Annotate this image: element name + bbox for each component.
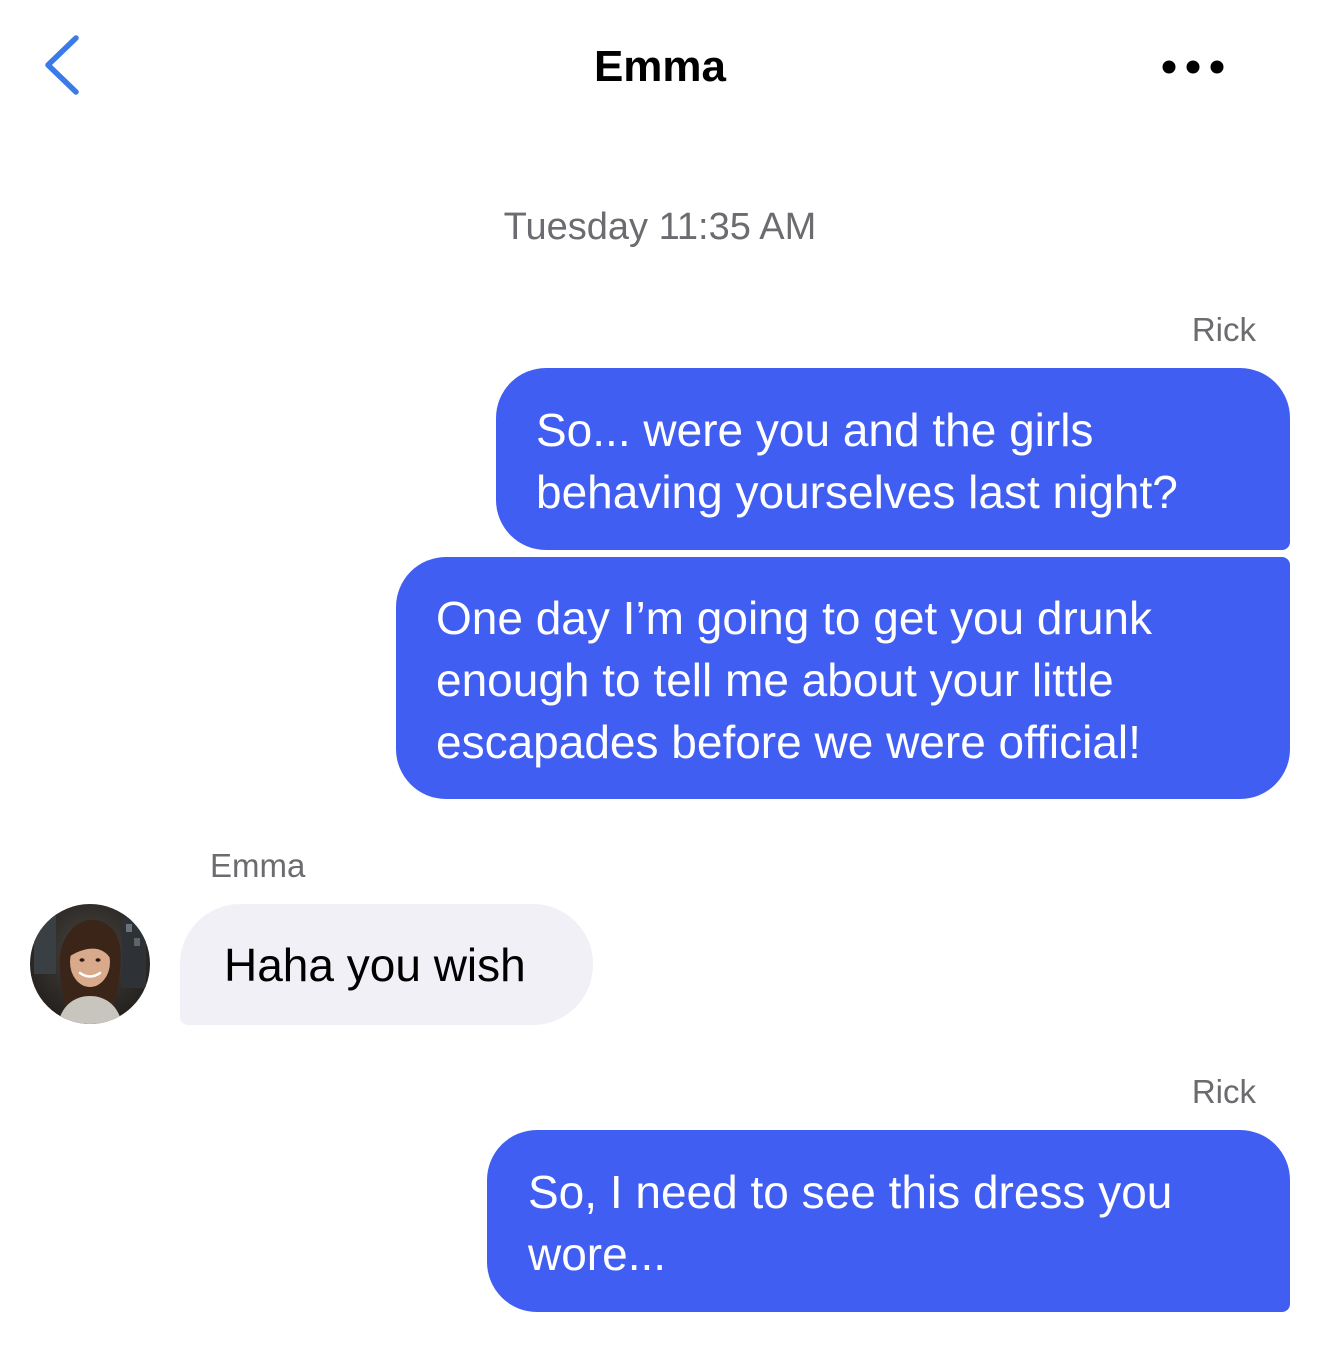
sender-label: Emma bbox=[210, 847, 306, 884]
message-text-line: escapades before we were official! bbox=[436, 716, 1141, 768]
sender-label: Rick bbox=[1191, 311, 1256, 348]
message-text-line: wore... bbox=[528, 1228, 667, 1280]
more-options-button[interactable] bbox=[1150, 40, 1240, 94]
outgoing-message-bubble[interactable]: One day I’m going to get you drunk enoug… bbox=[396, 557, 1290, 799]
message-text-line: So... were you and the girls bbox=[536, 404, 1094, 456]
ellipsis-icon bbox=[1162, 60, 1224, 74]
sender-label: Rick bbox=[1191, 1073, 1256, 1110]
message-text-line: enough to tell me about your little bbox=[436, 654, 1114, 706]
conversation-title: Emma bbox=[593, 42, 727, 91]
message-text-line: So, I need to see this dress you bbox=[528, 1166, 1173, 1218]
thread-timestamp: Tuesday 11:35 AM bbox=[503, 206, 817, 248]
message-text-line: One day I’m going to get you drunk bbox=[436, 592, 1152, 644]
contact-avatar[interactable] bbox=[30, 904, 150, 1024]
contact-avatar-photo bbox=[30, 904, 150, 1024]
message-text-line: behaving yourselves last night? bbox=[536, 466, 1178, 518]
chat-header: Emma bbox=[0, 0, 1320, 130]
outgoing-message-bubble[interactable]: So, I need to see this dress you wore... bbox=[487, 1130, 1290, 1312]
outgoing-message-bubble[interactable]: So... were you and the girls behaving yo… bbox=[496, 368, 1290, 550]
chevron-left-icon bbox=[45, 35, 79, 95]
incoming-message-bubble[interactable]: Haha you wish bbox=[180, 904, 593, 1025]
message-text-line: Haha you wish bbox=[224, 939, 526, 991]
back-button[interactable] bbox=[36, 30, 96, 100]
